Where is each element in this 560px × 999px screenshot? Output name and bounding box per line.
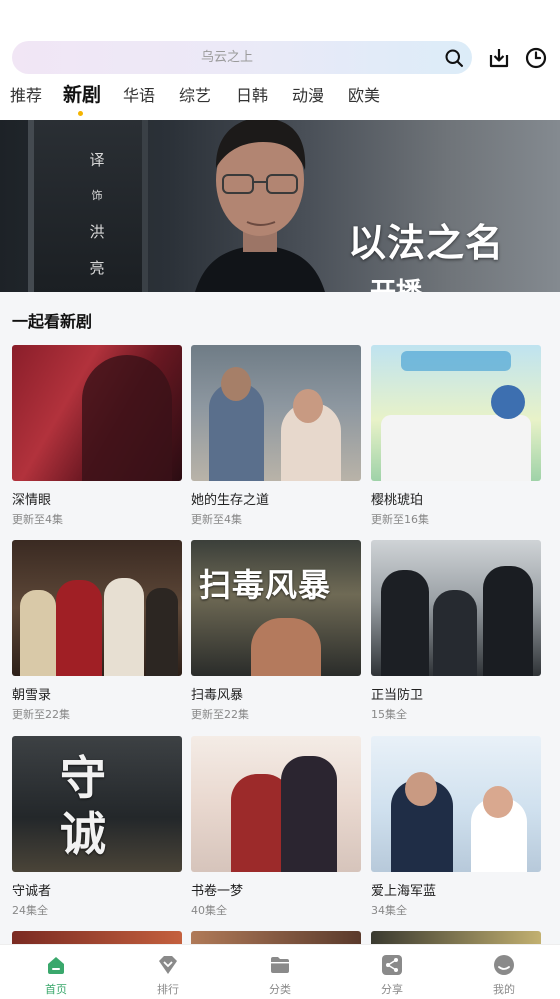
credit-char: 洪	[89, 223, 105, 241]
drama-poster[interactable]	[371, 345, 541, 481]
drama-title: 她的生存之道	[191, 493, 270, 508]
search-placeholder[interactable]: 乌云之上	[12, 41, 442, 74]
drama-poster[interactable]	[371, 540, 541, 676]
poster-title-art: 守诚	[60, 751, 106, 861]
nav-label: 首页	[45, 983, 67, 996]
drama-poster[interactable]	[12, 540, 182, 676]
tab-japan-korea[interactable]: 日韩	[236, 84, 268, 108]
tab-chinese[interactable]: 华语	[123, 84, 155, 108]
nav-rank[interactable]: 排行	[112, 945, 224, 999]
history-icon[interactable]	[524, 46, 548, 70]
search-icon[interactable]	[444, 48, 464, 68]
credit-char: 亮	[89, 259, 105, 277]
drama-status: 34集全	[371, 904, 407, 917]
tab-new-drama[interactable]: 新剧	[63, 83, 101, 107]
tab-recommend[interactable]: 推荐	[10, 84, 42, 108]
profile-icon	[494, 955, 514, 975]
rank-icon	[159, 956, 177, 974]
drama-card[interactable]: 樱桃琥珀 更新至16集	[371, 345, 541, 526]
nav-category[interactable]: 分类	[224, 945, 336, 999]
drama-card[interactable]: 朝雪录 更新至22集	[12, 540, 182, 721]
drama-poster[interactable]	[191, 736, 361, 872]
drama-poster-partial[interactable]	[12, 931, 182, 944]
drama-card[interactable]: 她的生存之道 更新至4集	[191, 345, 361, 526]
section-title: 一起看新剧	[12, 312, 93, 331]
drama-status: 更新至16集	[371, 513, 429, 526]
drama-status: 15集全	[371, 708, 407, 721]
drama-poster[interactable]	[191, 345, 361, 481]
share-icon	[382, 955, 402, 975]
active-tab-indicator	[78, 111, 83, 116]
drama-poster-partial[interactable]	[191, 931, 361, 944]
drama-status: 更新至22集	[12, 708, 70, 721]
drama-title: 朝雪录	[12, 688, 52, 703]
nav-home[interactable]: 首页	[0, 945, 112, 999]
drama-card[interactable]: 扫毒风暴 扫毒风暴 更新至22集	[191, 540, 361, 721]
drama-title: 正当防卫	[371, 688, 424, 703]
poster-title-art: 扫毒风暴	[199, 566, 332, 604]
drama-title: 樱桃琥珀	[371, 493, 424, 508]
tab-variety[interactable]: 综艺	[179, 84, 211, 108]
banner-actor-image	[195, 120, 325, 292]
drama-status: 40集全	[191, 904, 227, 917]
drama-title: 深情眼	[12, 493, 52, 508]
folder-icon	[271, 957, 289, 973]
drama-status: 更新至4集	[191, 513, 242, 526]
tab-western[interactable]: 欧美	[348, 84, 380, 108]
drama-poster[interactable]: 守诚	[12, 736, 182, 872]
drama-poster-partial[interactable]	[371, 931, 541, 944]
banner-subtitle: 开播	[370, 272, 422, 292]
credit-char: 饰	[91, 189, 103, 202]
banner-credits: 译 饰 洪 亮	[86, 142, 108, 286]
home-icon	[48, 957, 64, 974]
drama-poster[interactable]	[371, 736, 541, 872]
top-header: 乌云之上 推荐 新剧 华语 综艺 日韩 动漫 欧美	[0, 0, 560, 120]
drama-poster[interactable]	[12, 345, 182, 481]
hero-banner[interactable]: 译 饰 洪 亮 以法之名 开播	[0, 120, 560, 292]
drama-title: 书卷一梦	[191, 884, 244, 899]
tab-anime[interactable]: 动漫	[292, 84, 324, 108]
drama-card[interactable]: 守诚 守诚者 24集全	[12, 736, 182, 917]
drama-title: 守诚者	[12, 884, 52, 899]
bottom-navigation: 首页 排行 分类 分享 我的	[0, 944, 560, 999]
drama-status: 更新至4集	[12, 513, 63, 526]
drama-title: 爱上海军蓝	[371, 884, 437, 899]
credit-char: 译	[89, 151, 105, 169]
drama-status: 更新至22集	[191, 708, 249, 721]
banner-title: 以法之名	[348, 220, 505, 265]
nav-label: 我的	[493, 983, 515, 996]
drama-card[interactable]: 爱上海军蓝 34集全	[371, 736, 541, 917]
drama-card[interactable]: 书卷一梦 40集全	[191, 736, 361, 917]
download-icon[interactable]	[487, 46, 511, 70]
nav-label: 排行	[157, 983, 179, 996]
drama-card[interactable]: 深情眼 更新至4集	[12, 345, 182, 526]
nav-label: 分享	[381, 983, 403, 996]
drama-poster[interactable]: 扫毒风暴	[191, 540, 361, 676]
nav-label: 分类	[269, 983, 291, 996]
search-bar[interactable]: 乌云之上	[12, 41, 472, 74]
nav-profile[interactable]: 我的	[448, 945, 560, 999]
drama-status: 24集全	[12, 904, 48, 917]
nav-share[interactable]: 分享	[336, 945, 448, 999]
drama-title: 扫毒风暴	[191, 688, 244, 703]
category-tabs: 推荐 新剧 华语 综艺 日韩 动漫 欧美	[0, 83, 560, 116]
drama-card[interactable]: 正当防卫 15集全	[371, 540, 541, 721]
